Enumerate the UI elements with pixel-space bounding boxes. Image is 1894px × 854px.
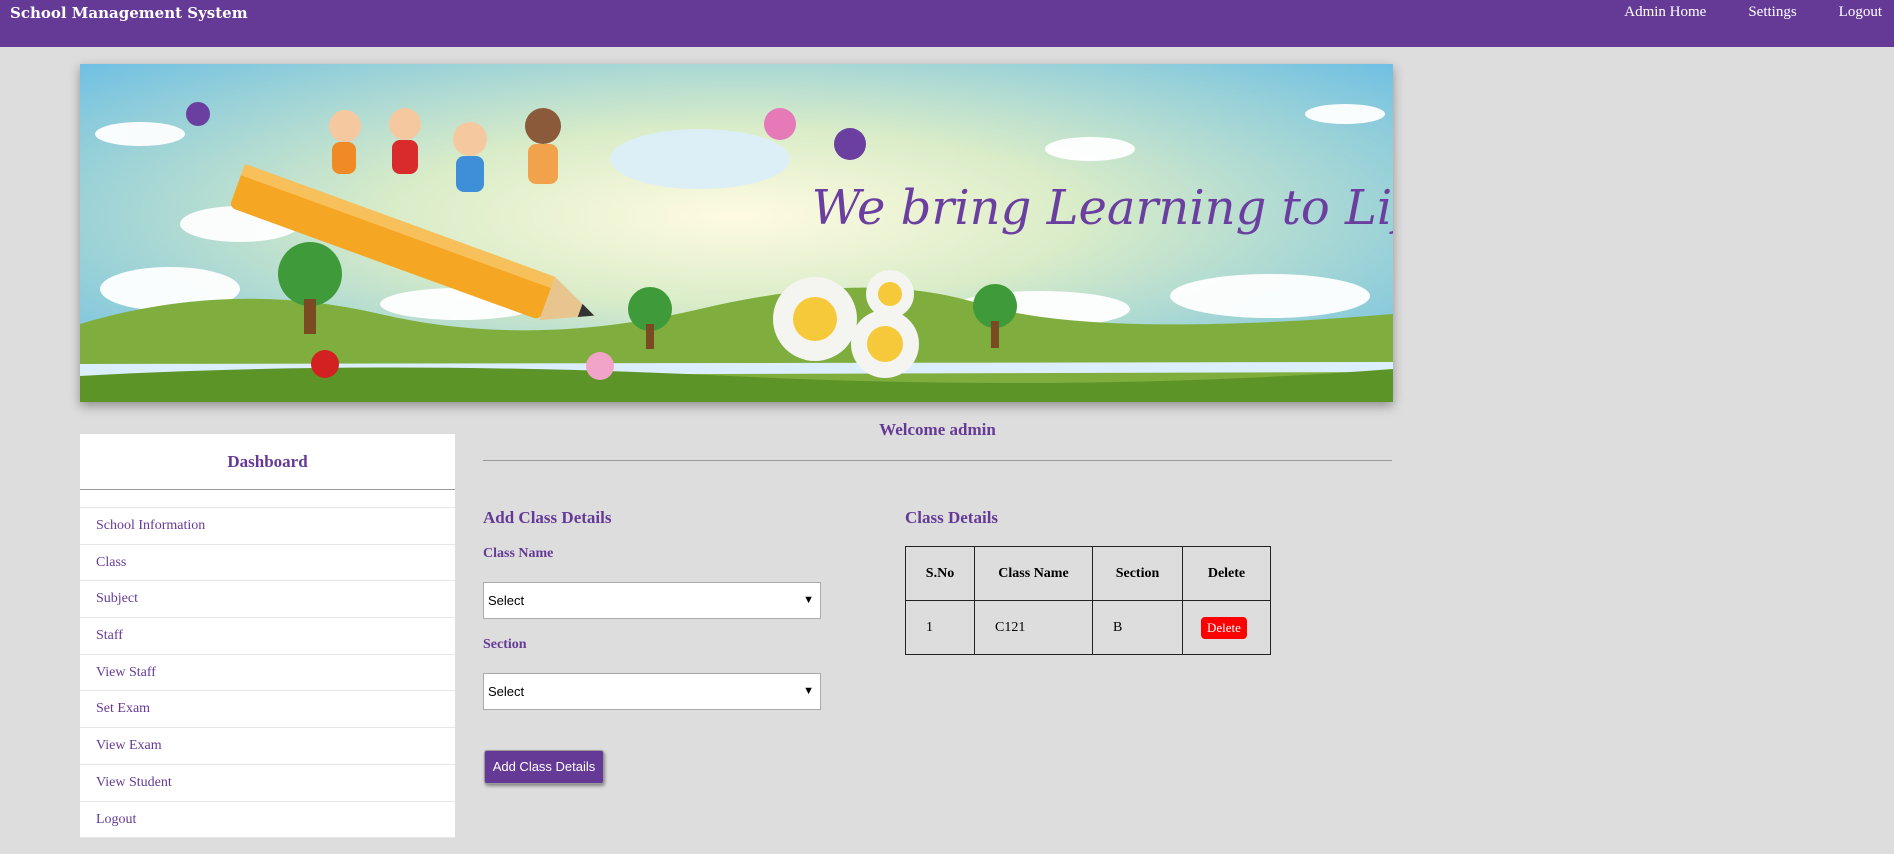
brand-title[interactable]: School Management System <box>10 4 248 22</box>
cell-section: B <box>1092 600 1183 655</box>
column-header-sno: S.No <box>905 546 975 601</box>
welcome-heading: Welcome admin <box>879 420 996 439</box>
nav-settings-link[interactable]: Settings <box>1748 4 1796 21</box>
sidebar-item-view-exam[interactable]: View Exam <box>80 728 455 765</box>
sidebar-item-logout[interactable]: Logout <box>80 802 455 839</box>
chevron-down-icon: ▼ <box>803 685 814 697</box>
class-details-title: Class Details <box>905 508 999 527</box>
hero-banner: We bring Learning to Life <box>80 64 1393 402</box>
dashboard-sidebar: Dashboard School Information Class Subje… <box>80 434 455 839</box>
sidebar-item-set-exam[interactable]: Set Exam <box>80 691 455 729</box>
sidebar-item-view-student[interactable]: View Student <box>80 765 455 802</box>
sidebar-divider <box>80 490 455 508</box>
sidebar-item-staff[interactable]: Staff <box>80 618 455 655</box>
add-class-form-title: Add Class Details <box>483 508 612 527</box>
table-header-row: S.No Class Name Section Delete <box>905 546 1271 601</box>
section-select-value: Select <box>488 684 525 699</box>
sidebar-title: Dashboard <box>80 434 455 490</box>
cell-sno: 1 <box>905 600 975 655</box>
class-name-select[interactable]: Select ▼ <box>483 582 821 619</box>
nav-logout-link[interactable]: Logout <box>1839 4 1882 21</box>
banner-slogan: We bring Learning to Life <box>812 180 1393 236</box>
column-header-class-name: Class Name <box>974 546 1093 601</box>
class-name-select-value: Select <box>488 593 525 608</box>
banner-illustration: We bring Learning to Life <box>80 64 1393 402</box>
section-label: Section <box>483 637 527 652</box>
sidebar-item-school-information[interactable]: School Information <box>80 508 455 545</box>
nav-admin-home-link[interactable]: Admin Home <box>1624 4 1706 21</box>
class-details-table: S.No Class Name Section Delete 1 C121 B … <box>905 546 1271 655</box>
add-class-details-button[interactable]: Add Class Details <box>484 750 604 784</box>
sidebar-item-class[interactable]: Class <box>80 545 455 582</box>
sidebar-item-subject[interactable]: Subject <box>80 581 455 619</box>
cell-class-name: C121 <box>974 600 1093 655</box>
cell-delete: Delete <box>1182 600 1271 655</box>
table-row: 1 C121 B Delete <box>905 600 1271 655</box>
top-navbar: School Management System Admin Home Sett… <box>0 0 1894 47</box>
column-header-delete: Delete <box>1182 546 1271 601</box>
section-select[interactable]: Select ▼ <box>483 673 821 710</box>
chevron-down-icon: ▼ <box>803 594 814 606</box>
nav-links: Admin Home Settings Logout <box>1624 4 1894 21</box>
welcome-divider <box>483 460 1392 461</box>
sidebar-item-view-staff[interactable]: View Staff <box>80 655 455 692</box>
delete-row-button[interactable]: Delete <box>1201 616 1247 639</box>
class-name-label: Class Name <box>483 546 554 561</box>
column-header-section: Section <box>1092 546 1183 601</box>
